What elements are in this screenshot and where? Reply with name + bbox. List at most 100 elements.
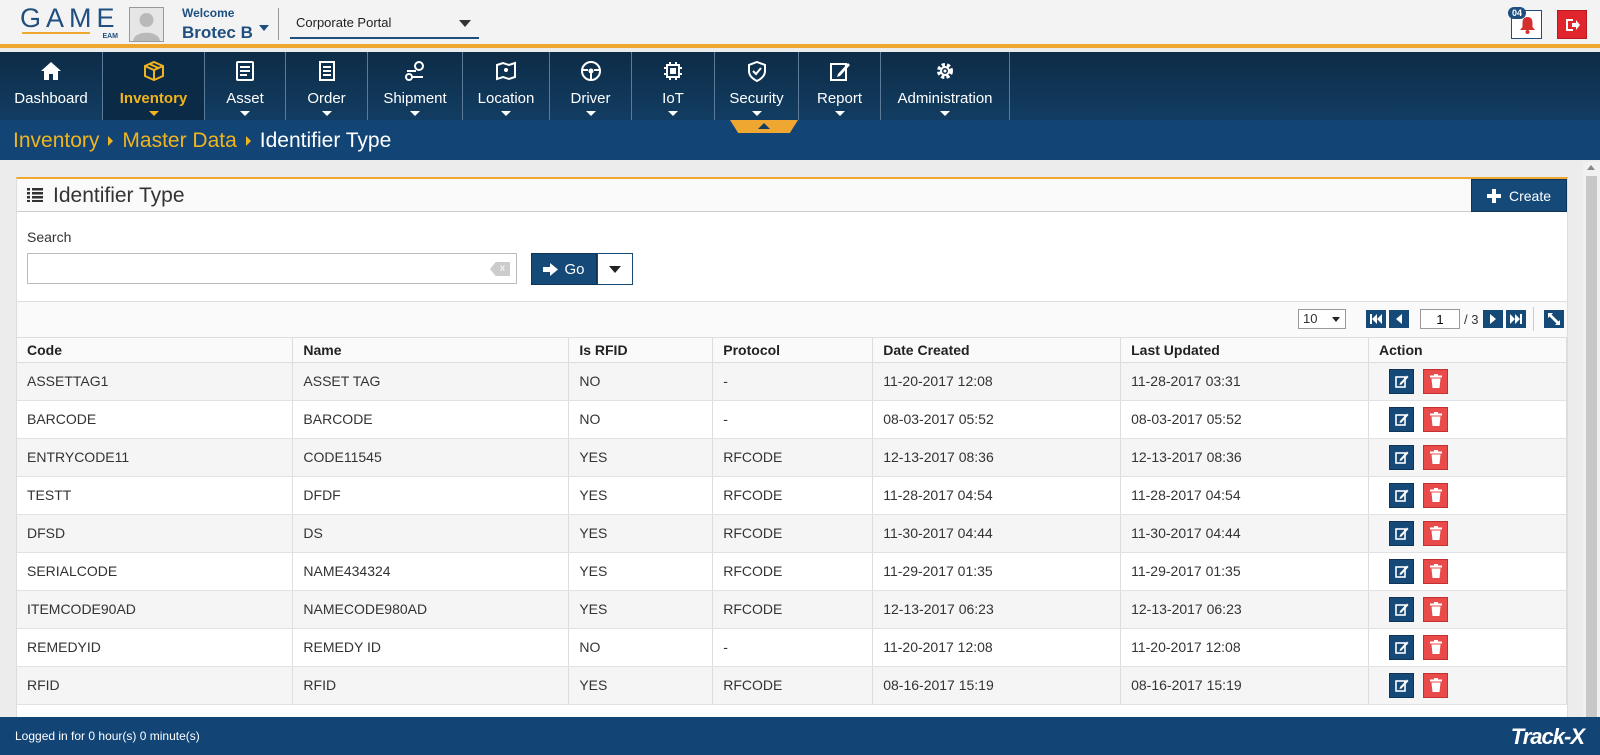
- table-cell: 12-13-2017 08:36: [872, 438, 1122, 477]
- create-button[interactable]: Create: [1471, 179, 1567, 212]
- trash-icon: [1429, 526, 1442, 540]
- edit-button[interactable]: [1389, 672, 1414, 698]
- nav-inventory[interactable]: Inventory: [103, 52, 205, 120]
- delete-button[interactable]: [1423, 368, 1448, 394]
- column-header[interactable]: Last Updated: [1120, 338, 1369, 363]
- last-page-button[interactable]: [1506, 310, 1526, 328]
- game-logo[interactable]: GAME EAM: [20, 4, 120, 44]
- first-page-button[interactable]: [1366, 310, 1386, 328]
- column-header[interactable]: Protocol: [712, 338, 874, 363]
- edit-button[interactable]: [1389, 368, 1414, 394]
- table-row[interactable]: BARCODE BARCODE NO -08-03-2017 05:52 08-03-2…: [17, 400, 1567, 439]
- delete-button[interactable]: [1423, 520, 1448, 546]
- nav-iot[interactable]: IoT: [632, 52, 715, 120]
- nav-administration[interactable]: Administration: [881, 52, 1010, 120]
- edit-button[interactable]: [1389, 596, 1414, 622]
- breadcrumb-master-data[interactable]: Master Data: [122, 129, 236, 153]
- table-cell: BARCODE: [292, 400, 570, 439]
- breadcrumb-current: Identifier Type: [259, 129, 392, 152]
- table-row[interactable]: SERIALCODE NAME434324 YES RFCODE 11-29-2017 …: [17, 552, 1567, 591]
- table-row[interactable]: TESTT DFDF YES RFCODE 11-28-2017 04:54 11-28-…: [17, 476, 1567, 515]
- portal-select[interactable]: Corporate Portal: [290, 12, 479, 39]
- table-cell: 11-30-2017 04:44: [1120, 514, 1369, 553]
- nav-security[interactable]: Security: [715, 52, 799, 120]
- trash-icon: [1429, 564, 1442, 578]
- user-menu-caret-icon[interactable]: [259, 25, 269, 31]
- portal-select-value: Corporate Portal: [296, 15, 392, 30]
- logo-swoosh: [22, 32, 90, 34]
- search-label: Search: [27, 229, 72, 245]
- prev-page-button[interactable]: [1389, 310, 1409, 328]
- logout-button[interactable]: [1557, 10, 1587, 39]
- nav-report[interactable]: Report: [799, 52, 881, 120]
- next-page-button[interactable]: [1483, 310, 1503, 328]
- table-row[interactable]: DFSD DS YES RFCODE 11-30-2017 04:44 11-30-201…: [17, 514, 1567, 553]
- table-row[interactable]: REMEDYID REMEDY ID NO -11-20-2017 12:08 11-2…: [17, 628, 1567, 667]
- delete-button[interactable]: [1423, 558, 1448, 584]
- page-size-select[interactable]: 10: [1298, 309, 1346, 329]
- edit-button[interactable]: [1389, 558, 1414, 584]
- table-row[interactable]: ENTRYCODE11 CODE11545 YES RFCODE 12-13-2017 …: [17, 438, 1567, 477]
- scroll-up-icon[interactable]: [1587, 165, 1595, 170]
- table-cell: 11-28-2017 04:54: [1120, 476, 1369, 515]
- page-scrollbar[interactable]: [1583, 162, 1600, 717]
- nav-asset[interactable]: Asset: [205, 52, 286, 120]
- column-header[interactable]: Is RFID: [568, 338, 714, 363]
- column-header[interactable]: Code: [17, 338, 294, 363]
- delete-button[interactable]: [1423, 444, 1448, 470]
- table-cell: NO: [568, 362, 714, 401]
- collapse-nav-button[interactable]: [730, 120, 798, 133]
- delete-button[interactable]: [1423, 634, 1448, 660]
- delete-button[interactable]: [1423, 406, 1448, 432]
- table-cell: YES: [568, 666, 714, 705]
- edit-button[interactable]: [1389, 520, 1414, 546]
- chevron-down-icon: [410, 111, 420, 116]
- table-cell: 12-13-2017 06:23: [1120, 590, 1369, 629]
- edit-icon: [1394, 603, 1408, 616]
- nav-inventory-label: Inventory: [119, 90, 188, 107]
- edit-button[interactable]: [1389, 444, 1414, 470]
- nav-location[interactable]: Location: [463, 52, 550, 120]
- column-header[interactable]: Date Created: [872, 338, 1122, 363]
- scrollbar-thumb[interactable]: [1586, 176, 1597, 717]
- action-cell: [1368, 476, 1567, 515]
- delete-button[interactable]: [1423, 596, 1448, 622]
- edit-icon: [1394, 565, 1408, 578]
- table-row[interactable]: ASSETTAG1 ASSET TAG NO -11-20-2017 12:08 11-…: [17, 362, 1567, 401]
- user-name[interactable]: Brotec B: [182, 23, 253, 43]
- column-header[interactable]: Action: [1368, 338, 1567, 363]
- delete-button[interactable]: [1423, 672, 1448, 698]
- table-cell: 11-20-2017 12:08: [872, 362, 1122, 401]
- edit-button[interactable]: [1389, 406, 1414, 432]
- edit-button[interactable]: [1389, 634, 1414, 660]
- chevron-down-icon: [585, 111, 596, 116]
- avatar[interactable]: [129, 7, 164, 42]
- trash-icon: [1429, 602, 1442, 616]
- go-button[interactable]: Go: [531, 253, 597, 285]
- nav-order[interactable]: Order: [286, 52, 368, 120]
- notifications-button[interactable]: 04: [1508, 7, 1542, 39]
- edit-button[interactable]: [1389, 482, 1414, 508]
- nav-dashboard[interactable]: Dashboard: [0, 52, 103, 120]
- search-input[interactable]: [27, 253, 517, 284]
- table-row[interactable]: ITEMCODE90AD NAMECODE980AD YES RFCODE 12-13-…: [17, 590, 1567, 629]
- nav-dashboard-label: Dashboard: [14, 90, 88, 107]
- edit-icon: [829, 63, 850, 81]
- page-number-input[interactable]: [1420, 309, 1460, 329]
- delete-button[interactable]: [1423, 482, 1448, 508]
- nav-driver[interactable]: Driver: [550, 52, 632, 120]
- table-cell: 08-16-2017 15:19: [872, 666, 1122, 705]
- expand-button[interactable]: [1544, 310, 1564, 328]
- table-cell: NO: [568, 628, 714, 667]
- action-cell: [1368, 514, 1567, 553]
- table-row[interactable]: RFID RFID YES RFCODE 08-16-2017 15:19 08-16-2…: [17, 666, 1567, 705]
- action-cell: [1368, 552, 1567, 591]
- breadcrumb-inventory[interactable]: Inventory: [13, 129, 99, 153]
- nav-shipment[interactable]: Shipment: [368, 52, 463, 120]
- table-cell: DFSD: [17, 514, 294, 553]
- nav-iot-label: IoT: [662, 90, 684, 107]
- column-header[interactable]: Name: [292, 338, 570, 363]
- search-options-dropdown[interactable]: [597, 253, 633, 285]
- nav-order-label: Order: [307, 90, 346, 107]
- last-page-icon: [1510, 314, 1522, 324]
